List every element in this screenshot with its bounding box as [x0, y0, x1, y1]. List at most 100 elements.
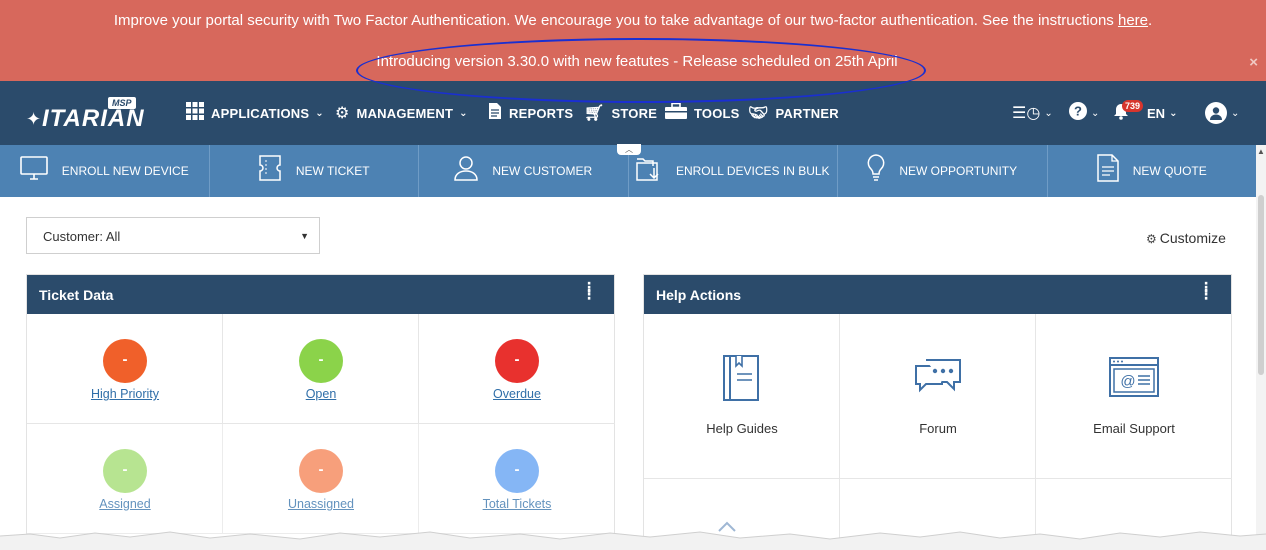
chevron-down-icon: ⌄ [315, 107, 324, 119]
help-actions-title: Help Actions [656, 287, 742, 303]
nav-store[interactable]: 🛒︎ STORE [584, 81, 657, 145]
user-profile-menu[interactable]: ⌄ [1205, 81, 1239, 145]
grid-icon [186, 101, 204, 125]
close-banner-icon[interactable]: × [1249, 54, 1258, 71]
monitor-icon [19, 156, 48, 186]
nav-partner[interactable]: 🤝︎ PARTNER [748, 81, 839, 145]
enroll-new-device-label: ENROLL NEW DEVICE [61, 164, 189, 178]
toolbox-icon [665, 102, 687, 124]
assigned-link[interactable]: Assigned [27, 497, 223, 511]
customize-label: Customize [1159, 230, 1226, 246]
ticket-stat-open: - Open [223, 314, 419, 424]
open-count: - [299, 339, 343, 383]
chat-bubbles-icon [915, 359, 961, 393]
chevron-down-icon: ⌄ [459, 107, 468, 119]
drag-handle-icon[interactable]: ⋮ ⋮ [582, 280, 596, 301]
cart-icon: 🛒︎ [584, 105, 605, 122]
nav-store-label: STORE [611, 105, 658, 121]
two-factor-notice-end: . [1148, 12, 1153, 29]
unassigned-count: - [299, 449, 343, 493]
open-link[interactable]: Open [223, 387, 419, 401]
notifications-button[interactable]: 739 [1112, 81, 1144, 145]
total-tickets-link[interactable]: Total Tickets [419, 497, 615, 511]
high-priority-link[interactable]: High Priority [27, 387, 223, 401]
nav-applications[interactable]: APPLICATIONS ⌄ [186, 81, 324, 145]
help-guides-tile[interactable]: Help Guides [644, 314, 840, 479]
itarian-logo[interactable]: ✦ ITARIAN MSP [26, 97, 145, 132]
enroll-devices-in-bulk-label: ENROLL DEVICES IN BULK [675, 164, 830, 178]
high-priority-count: - [103, 339, 147, 383]
logo-figure-icon: ✦ [26, 109, 42, 129]
new-ticket-label: NEW TICKET [295, 164, 370, 178]
document-icon [488, 102, 502, 125]
customer-filter-value: Customer: All [43, 229, 121, 244]
new-opportunity-label: NEW OPPORTUNITY [899, 164, 1018, 178]
torn-edge-decoration [0, 531, 1266, 550]
new-quote-button[interactable]: NEW QUOTE [1048, 145, 1257, 197]
ticket-stat-unassigned: - Unassigned [223, 424, 419, 534]
handshake-icon: 🤝︎ [748, 105, 769, 122]
notification-count-badge: 739 [1122, 100, 1144, 112]
ticket-icon [258, 155, 282, 187]
instructions-link[interactable]: here [1118, 12, 1148, 29]
collapse-quickbar-toggle[interactable]: ︿ [617, 144, 641, 155]
email-support-label: Email Support [1093, 421, 1175, 436]
ticket-stat-high-priority: - High Priority [27, 314, 223, 424]
help-actions-widget: Help Actions ⋮ ⋮ Help Guides Forum @ Emai… [643, 274, 1232, 550]
ticket-data-header: Ticket Data ⋮ ⋮ [27, 275, 614, 314]
svg-text:@: @ [1120, 373, 1135, 390]
customer-filter-select[interactable]: Customer: All ▼ [26, 217, 320, 254]
chevron-up-icon: ︿ [625, 145, 633, 154]
enroll-new-device-button[interactable]: ENROLL NEW DEVICE [0, 145, 210, 197]
two-factor-notice-text: Improve your portal security with Two Fa… [113, 12, 1118, 29]
recent-activity-menu[interactable]: ☰◷ ⌄ [1012, 81, 1053, 145]
book-icon [723, 355, 759, 401]
drag-handle-icon[interactable]: ⋮ ⋮ [1199, 280, 1213, 301]
total-tickets-count: - [495, 449, 539, 493]
ticket-data-title: Ticket Data [39, 287, 114, 303]
two-factor-notice: Improve your portal security with Two Fa… [0, 12, 1266, 29]
language-label: EN [1147, 105, 1166, 121]
top-navigation: ✦ ITARIAN MSP APPLICATIONS ⌄ ⚙ MANAGEMEN… [0, 81, 1266, 145]
help-actions-header: Help Actions ⋮ ⋮ [644, 275, 1231, 314]
gears-icon: ⚙ [1146, 232, 1157, 246]
language-selector[interactable]: EN ⌄ [1147, 81, 1177, 145]
forum-tile[interactable]: Forum [840, 314, 1036, 479]
page-scrollbar[interactable]: ▲ [1256, 145, 1266, 550]
enroll-devices-in-bulk-button[interactable]: ENROLL DEVICES IN BULK [629, 145, 838, 197]
forum-label: Forum [919, 421, 957, 436]
scrollbar-thumb[interactable] [1258, 195, 1264, 375]
help-menu[interactable]: ? ⌄ [1069, 81, 1099, 145]
nav-tools-label: TOOLS [694, 105, 740, 121]
nav-reports[interactable]: REPORTS [488, 81, 573, 145]
question-circle-icon: ? [1069, 101, 1087, 125]
ticket-stat-total: - Total Tickets [419, 424, 615, 534]
nav-partner-label: PARTNER [775, 105, 839, 121]
new-opportunity-button[interactable]: NEW OPPORTUNITY [838, 145, 1048, 197]
email-support-tile[interactable]: @ Email Support [1036, 314, 1232, 479]
email-at-icon: @ [1109, 357, 1159, 397]
caret-down-icon: ▼ [300, 231, 309, 241]
logo-wordmark: ITARIAN [42, 105, 145, 132]
overdue-link[interactable]: Overdue [419, 387, 615, 401]
overdue-count: - [495, 339, 539, 383]
unassigned-link[interactable]: Unassigned [223, 497, 419, 511]
scroll-up-arrow-icon[interactable]: ▲ [1257, 147, 1265, 156]
customize-button[interactable]: ⚙ Customize [1146, 230, 1226, 246]
announcement-banner: Improve your portal security with Two Fa… [0, 0, 1266, 81]
new-quote-label: NEW QUOTE [1132, 164, 1207, 178]
nav-applications-label: APPLICATIONS [211, 105, 310, 121]
ticket-stat-overdue: - Overdue [419, 314, 615, 424]
version-release-notice: Introducing version 3.30.0 with new feat… [376, 53, 898, 70]
nav-tools[interactable]: TOOLS [665, 81, 740, 145]
chevron-down-icon: ⌄ [1044, 107, 1053, 119]
logo-msp-badge: MSP [108, 97, 136, 109]
chevron-down-icon: ⌄ [1169, 107, 1178, 119]
nav-management[interactable]: ⚙ MANAGEMENT ⌄ [335, 81, 468, 145]
chevron-down-icon: ⌄ [1091, 107, 1100, 119]
new-ticket-button[interactable]: NEW TICKET [210, 145, 419, 197]
lightbulb-icon [867, 154, 885, 188]
ticket-stat-assigned: - Assigned [27, 424, 223, 534]
quote-document-icon [1097, 154, 1119, 188]
new-customer-button[interactable]: NEW CUSTOMER [419, 145, 629, 197]
